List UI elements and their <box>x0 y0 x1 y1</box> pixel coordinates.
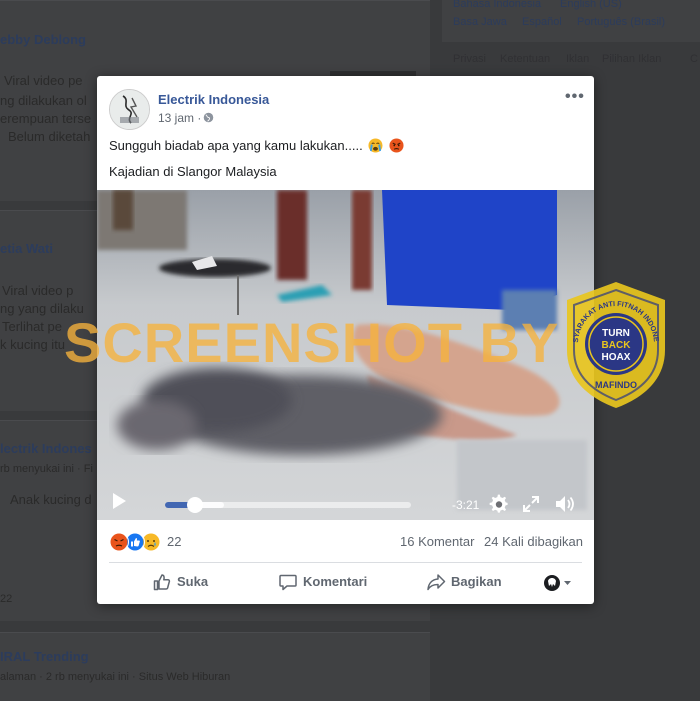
feed-text: erempuan terse <box>0 111 92 126</box>
feed-card: IRAL Trending alaman · 2 rb menyukai ini… <box>0 632 430 701</box>
reaction-count[interactable]: 22 <box>167 534 181 549</box>
feed-meta: rb menyukai ini · Fi <box>0 463 93 475</box>
post-text-line: Kajadian di Slangor Malaysia <box>109 164 277 179</box>
play-button[interactable] <box>113 493 126 509</box>
globe-icon <box>203 112 214 123</box>
feed-text: Terlihat pe <box>2 319 62 334</box>
audience-selector[interactable] <box>543 573 575 593</box>
settings-gear-icon[interactable] <box>489 494 509 514</box>
footer-link: C <box>690 53 698 65</box>
feed-author: ebby Deblong <box>0 32 86 47</box>
fullscreen-icon[interactable] <box>523 496 539 512</box>
footer-link: Pilihan Iklan <box>602 53 662 65</box>
comment-bubble-icon <box>279 574 297 591</box>
footer-link: Iklan <box>566 53 590 65</box>
feed-text: Anak kucing d <box>10 492 92 507</box>
badge-center-mid: BACK <box>602 340 632 351</box>
footer-link: Ketentuan <box>500 53 551 65</box>
language-link: Bahasa Indonesia <box>453 0 542 10</box>
comment-label: Komentari <box>303 574 368 589</box>
language-link: Português (Brasil) <box>577 16 666 28</box>
post-text-line: Sungguh biadab apa yang kamu lakukan....… <box>109 138 404 153</box>
language-panel: Bahasa Indonesia English (US) Basa Jawa … <box>442 0 700 42</box>
feed-footnote: 22 <box>0 593 13 605</box>
volume-icon[interactable] <box>554 494 576 514</box>
language-link: Español <box>522 16 562 28</box>
share-arrow-icon <box>427 574 446 591</box>
post-text: Sungguh biadab apa yang kamu lakukan....… <box>109 138 363 153</box>
badge-center-bot: HOAX <box>602 352 631 363</box>
watermark-text: SCREENSHOT BY <box>64 311 560 374</box>
thumbs-up-icon <box>153 574 171 591</box>
share-count[interactable]: 24 Kali dibagikan <box>484 534 583 549</box>
comment-count[interactable]: 16 Komentar <box>400 534 474 549</box>
divider <box>109 562 582 563</box>
page-name-link[interactable]: Electrik Indonesia <box>158 92 269 107</box>
electric-logo-icon <box>110 90 149 129</box>
feed-text: k kucing itu <box>0 337 66 352</box>
feed-text: Viral video p <box>2 283 74 298</box>
mafindo-badge-logo: MASYARAKAT ANTI FITNAH INDONESIA TURN BA… <box>561 278 665 408</box>
feed-text: Belum diketah <box>8 129 91 144</box>
badge-bottom-text: MAFINDO <box>595 380 637 390</box>
time-remaining: -3:21 <box>452 498 480 512</box>
language-link: English (US) <box>560 0 622 10</box>
footer-link: Privasi <box>453 53 487 65</box>
separator-dot: · <box>197 111 202 125</box>
feed-text: ng dilakukan ol <box>0 93 87 108</box>
feed-author: lectrik Indones <box>0 441 92 456</box>
video-controls: -3:21 <box>97 484 594 520</box>
feed-author: IRAL Trending <box>0 649 89 664</box>
crying-face-icon <box>368 138 383 153</box>
feed-meta: alaman · 2 rb menyukai ini · Situs Web H… <box>0 671 231 683</box>
feed-author: etia Wati <box>0 241 53 256</box>
angry-reaction-icon <box>109 532 129 552</box>
progress-handle[interactable] <box>186 497 203 513</box>
profile-chevron-down-icon <box>544 575 571 591</box>
angry-face-icon <box>389 138 404 153</box>
like-label: Suka <box>177 574 209 589</box>
feed-text: Viral video pe <box>4 73 83 88</box>
page-avatar[interactable] <box>109 89 150 130</box>
share-label: Bagikan <box>451 574 502 589</box>
progress-bar[interactable] <box>165 497 411 513</box>
language-link: Basa Jawa <box>453 16 507 28</box>
more-options-button[interactable]: ••• <box>565 88 587 105</box>
badge-center-top: TURN <box>602 328 630 339</box>
post-time-text: 13 jam <box>158 111 195 125</box>
post-timestamp[interactable]: 13 jam · <box>158 111 201 125</box>
